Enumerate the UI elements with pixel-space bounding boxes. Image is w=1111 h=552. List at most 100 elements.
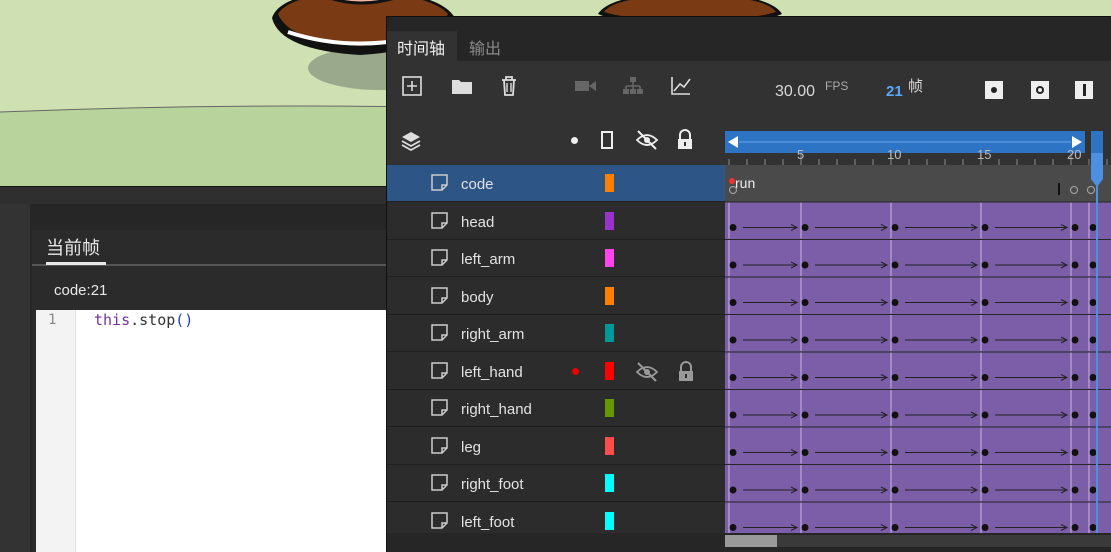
lock-icon[interactable]	[677, 360, 695, 388]
layer-color-swatch[interactable]	[605, 474, 614, 492]
keyframe-dot	[729, 261, 737, 269]
layers-icon[interactable]	[399, 129, 423, 158]
current-frame-value[interactable]: 21	[886, 83, 903, 100]
playback-range-bar[interactable]	[725, 131, 1085, 153]
tab-output[interactable]: 输出	[469, 35, 501, 59]
layer-name[interactable]: left_hand	[461, 364, 523, 381]
horizontal-scrollbar[interactable]	[725, 533, 1111, 552]
layer-type-icon	[431, 361, 448, 379]
layer-name[interactable]: left_arm	[461, 251, 515, 268]
eye-hidden-icon[interactable]	[635, 361, 659, 388]
keyframe-dot	[801, 411, 809, 419]
keyframe-dot	[729, 524, 737, 531]
active-layer-dot[interactable]	[572, 367, 579, 375]
layer-name[interactable]: right_arm	[461, 326, 524, 343]
keyframe-dot	[981, 224, 989, 231]
keyframe-dot	[981, 374, 989, 381]
hierarchy-icon[interactable]	[620, 73, 646, 99]
code-dot: .	[130, 311, 140, 329]
code-editor[interactable]: 1 this.stop()	[36, 310, 390, 552]
keyframe-dot	[981, 261, 989, 269]
layer-color-swatch[interactable]	[605, 211, 614, 230]
playhead[interactable]	[1091, 131, 1103, 533]
keyframe-dot	[729, 336, 737, 344]
layer-row-left-hand[interactable]: left_hand	[387, 352, 725, 390]
layer-name[interactable]: left_foot	[461, 514, 514, 531]
keyframe-dot	[801, 524, 809, 531]
layer-row-right-arm[interactable]: right_arm	[387, 315, 725, 352]
layer-color-swatch[interactable]	[605, 436, 614, 455]
layer-row-right-hand[interactable]: right_hand	[387, 390, 725, 427]
layer-color-swatch[interactable]	[605, 286, 614, 305]
fps-value[interactable]: 30.00	[775, 83, 815, 101]
keyframe-dot	[729, 411, 737, 419]
layer-list: code head left_armbody right_arm left_handri…	[387, 165, 725, 533]
layer-color-swatch[interactable]	[605, 324, 614, 342]
keyframe-dot	[891, 261, 899, 269]
tween-span	[725, 465, 1111, 502]
keyframe-dot	[1071, 449, 1079, 456]
active-tab-indicator	[46, 262, 106, 265]
keyframe-dot	[801, 374, 809, 381]
timeline-panel: 时间轴 输出 code head left_arm body right_arm…	[386, 16, 1111, 552]
layer-name[interactable]: right_hand	[461, 401, 532, 418]
layer-type-icon	[431, 399, 448, 416]
frame-grid: run	[725, 165, 1111, 533]
keyframe-dot	[801, 224, 809, 231]
eye-hidden-icon[interactable]	[635, 129, 659, 156]
onion-skin-icon[interactable]	[985, 81, 1003, 99]
tick-label-5: 5	[797, 147, 805, 162]
keyframe-dot	[1071, 336, 1079, 344]
ruler-ticks	[728, 153, 1108, 165]
keyframe-dot	[729, 224, 737, 231]
dot-icon[interactable]	[571, 137, 578, 144]
keyframe-dot	[891, 524, 899, 531]
onion-outline-icon[interactable]	[1031, 81, 1049, 99]
trash-icon[interactable]	[496, 73, 522, 99]
layer-row-left-arm[interactable]: left_arm	[387, 240, 725, 277]
layer-row-right-foot[interactable]: right_foot	[387, 465, 725, 502]
layer-row-body[interactable]: body	[387, 277, 725, 315]
edit-multiple-icon[interactable]	[1075, 81, 1093, 99]
layer-color-swatch[interactable]	[605, 249, 614, 267]
layer-row-head[interactable]: head	[387, 202, 725, 240]
keyframe-dot	[981, 486, 989, 494]
tab-current-frame[interactable]: 当前帧	[46, 234, 100, 260]
keyframe-dot	[891, 374, 899, 381]
lock-icon[interactable]	[676, 129, 694, 156]
layer-row-left-foot[interactable]: left_foot	[387, 502, 725, 533]
folder-icon[interactable]	[449, 73, 475, 99]
keyframe-dot	[1071, 524, 1079, 531]
keyframe-dot	[801, 336, 809, 344]
keyframe-dot	[801, 261, 809, 269]
layer-color-swatch[interactable]	[605, 511, 614, 530]
layer-name[interactable]: body	[461, 289, 494, 306]
outline-icon[interactable]	[601, 131, 613, 149]
new-layer-icon[interactable]	[399, 73, 425, 99]
layer-name[interactable]: right_foot	[461, 476, 524, 493]
tick-label-20: 20	[1067, 147, 1082, 162]
layer-color-swatch[interactable]	[605, 174, 614, 192]
frame-unit: 帧	[908, 78, 924, 95]
layer-name[interactable]: leg	[461, 439, 481, 456]
keyframe-dot	[891, 449, 899, 456]
keyframe-dot	[981, 449, 989, 456]
panel-divider	[0, 186, 390, 204]
graph-icon[interactable]	[668, 73, 694, 99]
layer-color-swatch[interactable]	[605, 361, 614, 380]
tab-timeline[interactable]: 时间轴	[397, 35, 445, 59]
tween-span	[725, 427, 1111, 464]
layer-name[interactable]: head	[461, 214, 494, 231]
layer-name[interactable]: code	[461, 176, 494, 193]
layer-row-leg[interactable]: leg	[387, 427, 725, 465]
keyframe-dot	[981, 411, 989, 419]
scroll-thumb[interactable]	[725, 535, 777, 547]
frame-rows[interactable]: run	[725, 165, 1111, 533]
camera-icon[interactable]	[573, 73, 599, 99]
code-line[interactable]: this.stop()	[94, 311, 193, 329]
keyframe-dot	[1071, 224, 1079, 231]
keyframe-dot	[981, 336, 989, 344]
layer-color-swatch[interactable]	[605, 399, 614, 417]
layer-row-code[interactable]: code	[387, 165, 725, 202]
label-flag	[729, 178, 735, 184]
